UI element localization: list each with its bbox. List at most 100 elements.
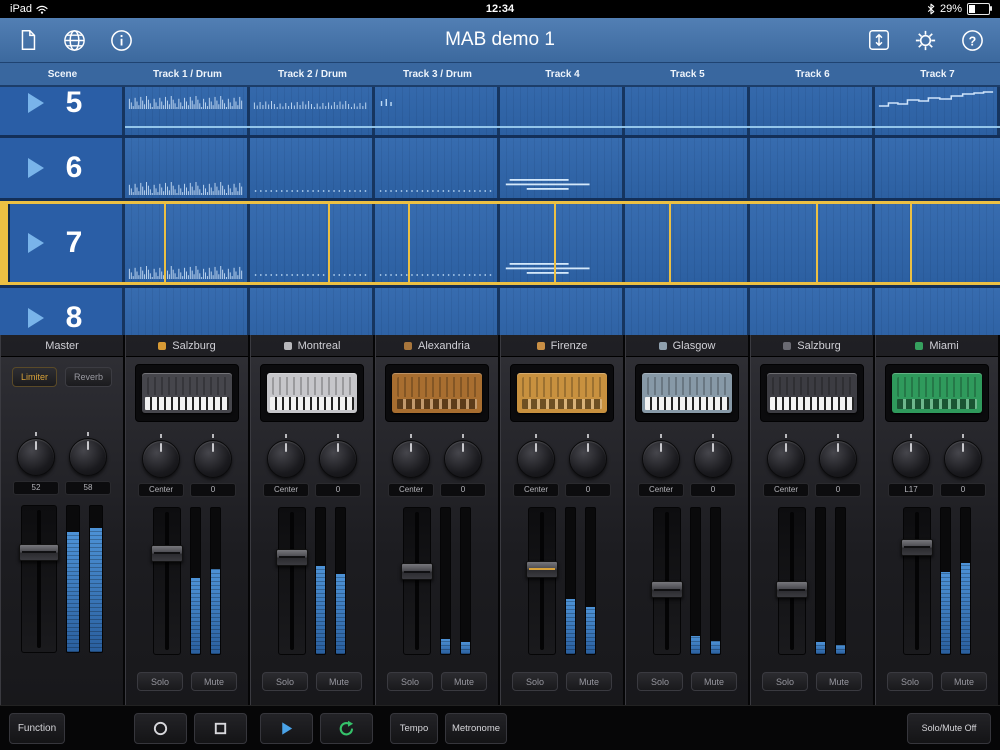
mute-button[interactable]: Mute <box>691 672 737 691</box>
help-icon[interactable]: ? <box>959 27 986 54</box>
pan-knob[interactable] <box>892 440 930 478</box>
clip-scene8-track3[interactable] <box>375 288 500 335</box>
scene-launch-cell-8[interactable]: 8 <box>0 288 125 335</box>
clip-scene8-track7[interactable] <box>875 288 1000 335</box>
volume-fader[interactable] <box>903 507 931 655</box>
clip-scene6-track1[interactable] <box>125 138 250 198</box>
channel-header[interactable]: Salzburg <box>751 335 873 357</box>
pan-knob[interactable] <box>517 440 555 478</box>
fader-cap[interactable] <box>651 581 683 598</box>
volume-fader[interactable] <box>21 505 57 653</box>
column-header-track-2[interactable]: Track 2 / Drum <box>250 63 375 85</box>
pan-knob[interactable] <box>642 440 680 478</box>
volume-fader[interactable] <box>153 507 181 655</box>
solo-mute-off-button[interactable]: Solo/Mute Off <box>907 713 991 744</box>
fader-cap[interactable] <box>526 561 558 578</box>
gadget-thumbnail[interactable] <box>885 364 989 422</box>
clip-scene8-track5[interactable] <box>625 288 750 335</box>
clip-scene7-track6[interactable] <box>750 204 875 282</box>
send-knob[interactable] <box>694 440 732 478</box>
column-header-track-7[interactable]: Track 7 <box>875 63 1000 85</box>
clip-scene7-track5[interactable] <box>625 204 750 282</box>
volume-fader[interactable] <box>528 507 556 655</box>
mute-button[interactable]: Mute <box>566 672 612 691</box>
channel-header[interactable]: Master <box>1 335 123 357</box>
mute-button[interactable]: Mute <box>316 672 362 691</box>
solo-button[interactable]: Solo <box>387 672 433 691</box>
globe-icon[interactable] <box>61 27 88 54</box>
scene-play-icon[interactable] <box>28 93 44 113</box>
solo-button[interactable]: Solo <box>262 672 308 691</box>
gadget-thumbnail[interactable] <box>510 364 614 422</box>
clip-scene7-track3[interactable] <box>375 204 500 282</box>
send-knob[interactable] <box>194 440 232 478</box>
info-icon[interactable] <box>108 27 135 54</box>
import-export-icon[interactable] <box>865 27 892 54</box>
volume-fader[interactable] <box>278 507 306 655</box>
metronome-button[interactable]: Metronome <box>445 713 507 744</box>
channel-header[interactable]: Salzburg <box>126 335 248 357</box>
clip-scene7-track7[interactable] <box>875 204 1000 282</box>
scene-play-icon[interactable] <box>28 233 44 253</box>
pan-knob[interactable] <box>17 438 55 476</box>
gadget-thumbnail[interactable] <box>760 364 864 422</box>
column-header-track-5[interactable]: Track 5 <box>625 63 750 85</box>
solo-button[interactable]: Solo <box>887 672 933 691</box>
solo-button[interactable]: Solo <box>762 672 808 691</box>
solo-button[interactable]: Solo <box>137 672 183 691</box>
send-knob[interactable] <box>569 440 607 478</box>
channel-header[interactable]: Glasgow <box>626 335 748 357</box>
clip-scene7-track4[interactable] <box>500 204 625 282</box>
fader-cap[interactable] <box>19 544 59 561</box>
settings-gear-icon[interactable] <box>912 27 939 54</box>
gadget-thumbnail[interactable] <box>635 364 739 422</box>
mute-button[interactable]: Mute <box>941 672 987 691</box>
clip-scene7-track2[interactable] <box>250 204 375 282</box>
gadget-thumbnail[interactable] <box>260 364 364 422</box>
limiter-button[interactable]: Limiter <box>12 367 57 387</box>
clip-scene6-track6[interactable] <box>750 138 875 198</box>
send-knob[interactable] <box>819 440 857 478</box>
clip-scene7-track1[interactable] <box>125 204 250 282</box>
fader-cap[interactable] <box>776 581 808 598</box>
fader-cap[interactable] <box>151 545 183 562</box>
mute-button[interactable]: Mute <box>816 672 862 691</box>
scene-launch-cell-5[interactable]: 5 <box>0 87 125 135</box>
clip-scene8-track6[interactable] <box>750 288 875 335</box>
channel-header[interactable]: Firenze <box>501 335 623 357</box>
clip-scene8-track4[interactable] <box>500 288 625 335</box>
fader-cap[interactable] <box>901 539 933 556</box>
fader-cap[interactable] <box>276 549 308 566</box>
clip-scene8-track2[interactable] <box>250 288 375 335</box>
clip-scene6-track7[interactable] <box>875 138 1000 198</box>
clip-scene6-track5[interactable] <box>625 138 750 198</box>
pan-knob[interactable] <box>392 440 430 478</box>
gadget-thumbnail[interactable] <box>385 364 489 422</box>
send-knob[interactable] <box>444 440 482 478</box>
function-button[interactable]: Function <box>9 713 65 744</box>
clip-scene8-track1[interactable] <box>125 288 250 335</box>
column-header-track-4[interactable]: Track 4 <box>500 63 625 85</box>
send-knob[interactable] <box>944 440 982 478</box>
channel-header[interactable]: Miami <box>876 335 998 357</box>
stop-button[interactable] <box>194 713 247 744</box>
solo-button[interactable]: Solo <box>637 672 683 691</box>
clip-scene6-track2[interactable] <box>250 138 375 198</box>
solo-button[interactable]: Solo <box>512 672 558 691</box>
fader-cap[interactable] <box>401 563 433 580</box>
reverb-button[interactable]: Reverb <box>65 367 112 387</box>
play-button[interactable] <box>260 713 313 744</box>
channel-header[interactable]: Alexandria <box>376 335 498 357</box>
clip-scene6-track3[interactable] <box>375 138 500 198</box>
tempo-button[interactable]: Tempo <box>390 713 438 744</box>
loop-button[interactable] <box>320 713 373 744</box>
file-icon[interactable] <box>14 27 41 54</box>
mute-button[interactable]: Mute <box>191 672 237 691</box>
scene-play-icon[interactable] <box>28 308 44 328</box>
scene-launch-cell-6[interactable]: 6 <box>0 138 125 198</box>
channel-header[interactable]: Montreal <box>251 335 373 357</box>
volume-fader[interactable] <box>403 507 431 655</box>
scene-play-icon[interactable] <box>28 158 44 178</box>
volume-fader[interactable] <box>778 507 806 655</box>
send-knob[interactable] <box>319 440 357 478</box>
